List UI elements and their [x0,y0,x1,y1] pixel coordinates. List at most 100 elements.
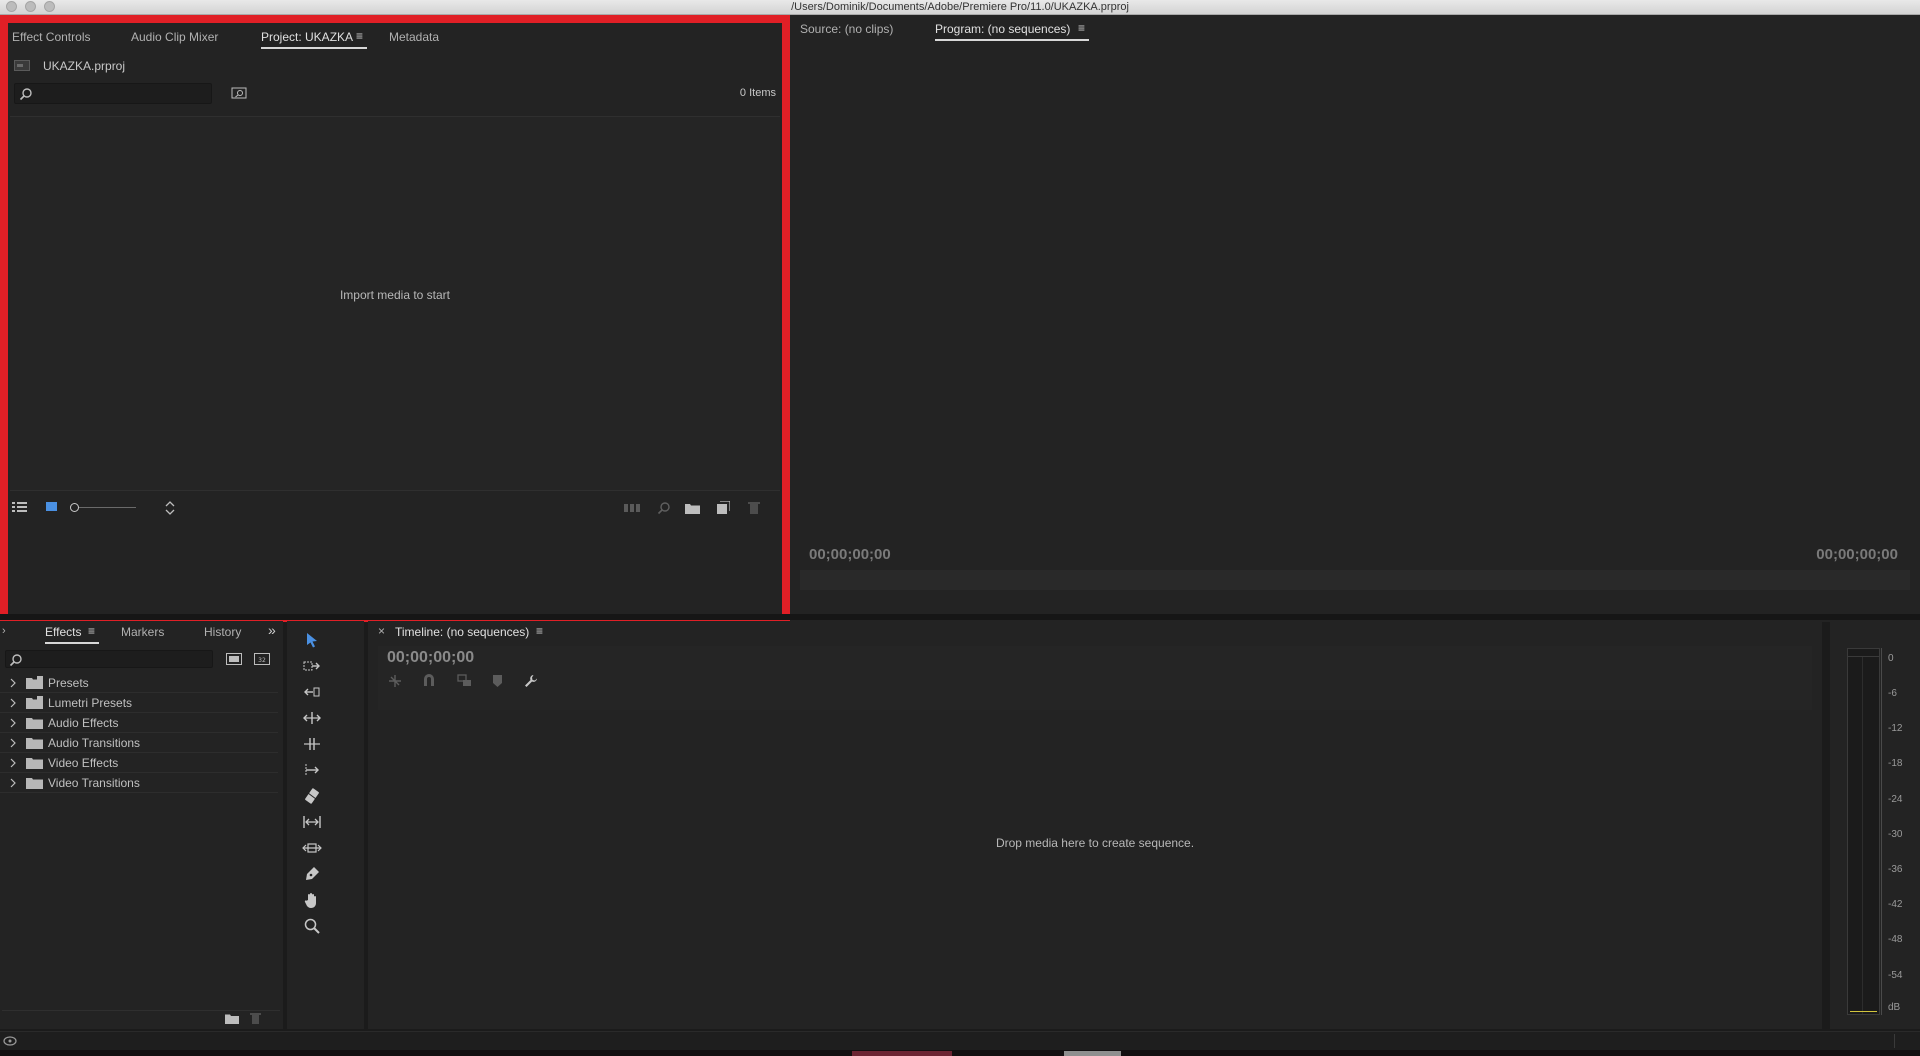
meter-floor-level [1850,1011,1877,1012]
new-item-icon[interactable] [717,501,730,514]
new-custom-bin-icon[interactable] [225,1013,239,1024]
effects-folder-audio-effects[interactable]: Audio Effects [0,713,278,733]
db-scale-label: -24 [1888,794,1903,805]
icon-view-icon[interactable] [46,501,58,513]
selection-tool-icon[interactable] [300,629,324,651]
audio-meter-bar [1847,648,1880,1015]
effects-panel-menu-icon[interactable]: ≡ [88,624,95,638]
zoom-slider-handle[interactable] [70,503,79,512]
delete-custom-item-icon[interactable] [250,1012,261,1024]
minimize-window-button[interactable] [25,1,36,12]
tab-audio-clip-mixer[interactable]: Audio Clip Mixer [131,30,218,44]
monitor-time-ruler[interactable] [800,570,1910,590]
zoom-tool-icon[interactable] [300,915,324,937]
find-icon[interactable] [657,501,671,515]
chevron-right-icon[interactable] [10,678,16,688]
program-monitor-panel: Source: (no clips) Program: (no sequence… [790,15,1920,622]
timeline-settings-wrench-icon[interactable] [524,674,538,688]
razor-tool-icon[interactable] [300,785,324,807]
linked-selection-icon[interactable] [457,674,472,687]
project-search-input[interactable] [14,83,212,104]
automate-to-sequence-icon[interactable] [624,503,640,513]
accelerated-effects-icon[interactable] [226,651,242,665]
playhead-timecode[interactable]: 00;00;00;00 [809,546,891,563]
timeline-tracks-area[interactable]: Drop media here to create sequence. [378,710,1812,1010]
window-title-bar: /Users/Dominik/Documents/Adobe/Premiere … [0,0,1920,15]
chevron-right-icon[interactable] [10,758,16,768]
list-view-icon[interactable] [12,501,28,513]
panel-divider[interactable] [0,614,1920,620]
db-scale-label: -30 [1888,829,1903,840]
snap-magnet-icon[interactable] [423,674,435,687]
timeline-tab[interactable]: Timeline: (no sequences) [395,625,529,639]
effects-folder-video-effects[interactable]: Video Effects [0,753,278,773]
tab-source-monitor[interactable]: Source: (no clips) [800,22,893,36]
new-search-bin-icon[interactable] [231,86,247,100]
effects-folder-audio-transitions[interactable]: Audio Transitions [0,733,278,753]
tab-history[interactable]: History [204,625,241,639]
zoom-window-button[interactable] [44,1,55,12]
chevron-right-icon[interactable] [10,778,16,788]
multi-track-select-tool-icon[interactable] [300,759,324,781]
panel-scroll-left-icon[interactable]: › [2,625,6,637]
ripple-edit-tool-icon[interactable] [300,681,324,703]
effects-folder-label: Audio Effects [48,716,119,730]
trash-icon[interactable] [748,501,760,514]
dock-thumbnail [852,1051,952,1056]
active-tab-indicator [935,39,1089,41]
duration-timecode: 00;00;00;00 [1816,546,1898,563]
project-panel-menu-icon[interactable]: ≡ [356,29,363,43]
track-select-tool-icon[interactable] [300,655,324,677]
effects-folder-lumetri-presets[interactable]: Lumetri Presets [0,693,278,713]
db-scale-label: -42 [1888,899,1903,910]
effects-folder-label: Presets [48,676,89,690]
new-bin-icon[interactable] [685,502,700,514]
project-content-area[interactable]: Import media to start [10,116,780,491]
db-scale-label: -6 [1888,688,1897,699]
zoom-slider[interactable] [70,503,136,512]
pen-tool-icon[interactable] [300,863,324,885]
window-title: /Users/Dominik/Documents/Adobe/Premiere … [791,1,1129,13]
timeline-playhead-timecode[interactable]: 00;00;00;00 [387,649,474,667]
nest-sequences-icon[interactable] [388,674,402,688]
chevron-right-icon[interactable] [10,718,16,728]
folder-icon [26,718,43,729]
close-timeline-icon[interactable]: × [378,624,385,638]
db-scale-label: -54 [1888,970,1903,981]
32-bit-effects-icon[interactable]: 32 [254,651,270,665]
effects-folder-video-transitions[interactable]: Video Transitions [0,773,278,793]
slip-tool-icon[interactable] [300,811,324,833]
chevron-right-icon[interactable] [10,698,16,708]
timeline-ruler-area[interactable] [580,646,1812,710]
tab-metadata[interactable]: Metadata [389,30,439,44]
slide-tool-icon[interactable] [300,837,324,859]
effects-folder-presets[interactable]: Presets [0,673,278,693]
tab-markers[interactable]: Markers [121,625,164,639]
chevron-right-icon[interactable] [10,738,16,748]
tab-project[interactable]: Project: UKAZKA [261,30,353,44]
project-panel: Effect Controls Audio Clip Mixer Project… [0,15,790,622]
panel-overflow-icon[interactable]: » [268,622,276,638]
dock-edge [0,1050,1920,1056]
hand-tool-icon[interactable] [300,889,324,911]
tab-effects[interactable]: Effects [45,625,81,639]
drop-media-message: Drop media here to create sequence. [995,836,1195,850]
tab-effect-controls[interactable]: Effect Controls [12,30,90,44]
rate-stretch-tool-icon[interactable] [300,733,324,755]
program-panel-menu-icon[interactable]: ≡ [1078,21,1085,35]
db-scale-label: dB [1888,1002,1901,1013]
rolling-edit-tool-icon[interactable] [300,707,324,729]
close-window-button[interactable] [6,1,17,12]
dock-thumbnail [1064,1051,1121,1056]
program-video-area[interactable] [800,45,1910,555]
import-media-message: Import media to start [339,288,451,302]
effects-folder-label: Video Effects [48,756,119,770]
effects-search-input[interactable] [5,650,213,668]
peak-indicator[interactable] [1848,649,1879,657]
timeline-panel-menu-icon[interactable]: ≡ [536,624,543,638]
db-scale-label: 0 [1888,653,1894,664]
sort-icons-icon[interactable] [165,501,175,515]
tab-program-monitor[interactable]: Program: (no sequences) [935,22,1070,36]
add-marker-icon[interactable] [493,675,502,687]
sync-status-icon[interactable] [3,1035,17,1047]
